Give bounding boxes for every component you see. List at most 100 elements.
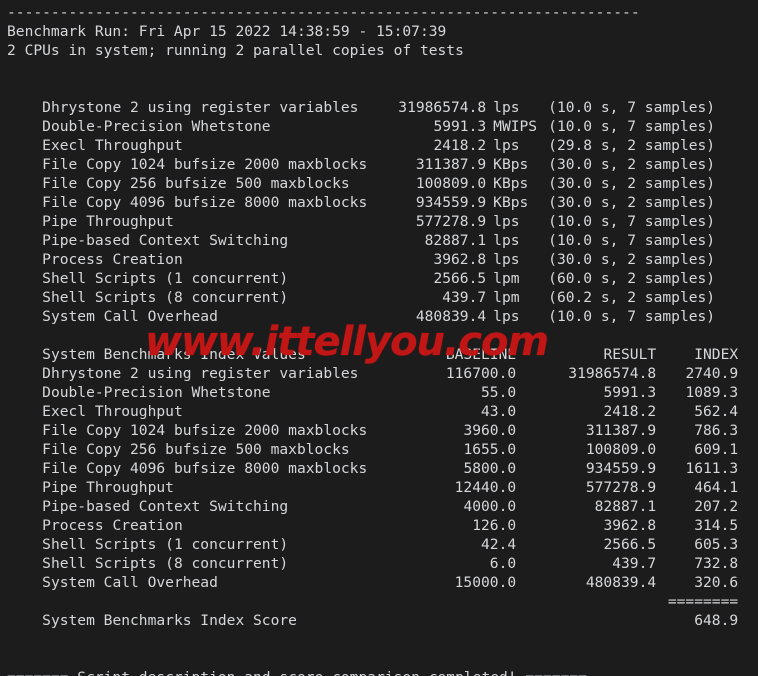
- index-score-spacer: [516, 611, 656, 630]
- result-timing: (60.0 s, 2 samples): [548, 270, 716, 287]
- result-value: 82887.1: [424, 232, 487, 249]
- result-name: File Copy 256 bufsize 500 maxblocks: [42, 175, 350, 192]
- result-row: Dhrystone 2 using register variables 3198…: [7, 79, 758, 116]
- index-row-name: Shell Scripts (8 concurrent): [42, 555, 289, 572]
- result-name: Pipe-based Context Switching: [42, 232, 289, 249]
- index-row-result: 2418.2: [603, 403, 657, 420]
- index-row-index: 314.5: [694, 517, 739, 534]
- result-unit: KBps: [493, 175, 529, 192]
- index-row-baseline: 1655.0: [463, 441, 517, 458]
- index-row-baseline: 12440.0: [454, 479, 517, 496]
- score-separator-spacer: [42, 592, 399, 611]
- index-row-name: Shell Scripts (1 concurrent): [42, 536, 289, 553]
- index-row-baseline: 55.0: [481, 384, 517, 401]
- result-timing: (10.0 s, 7 samples): [548, 99, 716, 116]
- index-row-result: 577278.9: [585, 479, 657, 496]
- index-row-name: Process Creation: [42, 517, 183, 534]
- result-timing: (29.8 s, 2 samples): [548, 137, 716, 154]
- index-row-index: 207.2: [694, 498, 739, 515]
- result-value: 2566.5: [433, 270, 487, 287]
- index-row-result: 2566.5: [603, 536, 657, 553]
- index-row-name: Pipe Throughput: [42, 479, 174, 496]
- result-unit: lps: [493, 232, 520, 249]
- result-unit: lps: [493, 213, 520, 230]
- result-timing: (60.2 s, 2 samples): [548, 289, 716, 306]
- column-header-index: INDEX: [694, 346, 739, 363]
- index-row-index: 1611.3: [685, 460, 739, 477]
- result-value: 3962.8: [433, 251, 487, 268]
- index-row-name: File Copy 256 bufsize 500 maxblocks: [42, 441, 350, 458]
- result-name: Dhrystone 2 using register variables: [42, 99, 359, 116]
- index-row-result: 3962.8: [603, 517, 657, 534]
- index-row-result: 31986574.8: [568, 365, 657, 382]
- index-row-index: 320.6: [694, 574, 739, 591]
- result-unit: KBps: [493, 156, 529, 173]
- result-value: 31986574.8: [398, 99, 487, 116]
- result-name: Shell Scripts (1 concurrent): [42, 270, 289, 287]
- result-timing: (30.0 s, 2 samples): [548, 156, 716, 173]
- result-value: 480839.4: [415, 308, 487, 325]
- result-value: 577278.9: [415, 213, 487, 230]
- benchmark-run-line: Benchmark Run: Fri Apr 15 2022 14:38:59 …: [7, 23, 447, 40]
- index-row-index: 562.4: [694, 403, 739, 420]
- index-row-result: 100809.0: [585, 441, 657, 458]
- index-row-result: 82887.1: [594, 498, 657, 515]
- result-timing: (10.0 s, 7 samples): [548, 213, 716, 230]
- index-row-index: 605.3: [694, 536, 739, 553]
- index-row-result: 439.7: [612, 555, 657, 572]
- index-row-name: Pipe-based Context Switching: [42, 498, 289, 515]
- index-row-index: 2740.9: [685, 365, 739, 382]
- index-row-name: File Copy 1024 bufsize 2000 maxblocks: [42, 422, 368, 439]
- index-table-header: System Benchmarks Index Values BASELINE RE…: [7, 326, 758, 363]
- index-row-result: 5991.3: [603, 384, 657, 401]
- column-header-baseline: BASELINE: [445, 346, 517, 363]
- index-score-value: 648.9: [694, 612, 739, 629]
- result-unit: lpm: [493, 289, 520, 306]
- index-row-baseline: 43.0: [481, 403, 517, 420]
- index-row-result: 480839.4: [585, 574, 657, 591]
- score-separator-spacer: [516, 592, 656, 611]
- index-row-name: System Call Overhead: [42, 574, 218, 591]
- index-row-name: File Copy 4096 bufsize 8000 maxblocks: [42, 460, 368, 477]
- index-row-index: 1089.3: [685, 384, 739, 401]
- index-row-baseline: 126.0: [472, 517, 517, 534]
- result-value: 311387.9: [415, 156, 487, 173]
- result-timing: (30.0 s, 2 samples): [548, 194, 716, 211]
- result-unit: MWIPS: [493, 118, 538, 135]
- result-name: Process Creation: [42, 251, 183, 268]
- result-name: System Call Overhead: [42, 308, 218, 325]
- result-unit: lps: [493, 251, 520, 268]
- index-row-name: Execl Throughput: [42, 403, 183, 420]
- result-unit: lps: [493, 308, 520, 325]
- result-name: File Copy 1024 bufsize 2000 maxblocks: [42, 156, 368, 173]
- result-value: 2418.2: [433, 137, 487, 154]
- index-score-label: System Benchmarks Index Score: [42, 612, 297, 629]
- index-row-baseline: 4000.0: [463, 498, 517, 515]
- result-name: Pipe Throughput: [42, 213, 174, 230]
- index-row-index: 732.8: [694, 555, 739, 572]
- result-value: 100809.0: [415, 175, 487, 192]
- score-separator-spacer: [399, 592, 516, 611]
- index-row-index: 464.1: [694, 479, 739, 496]
- index-row-baseline: 42.4: [481, 536, 517, 553]
- index-row-index: 786.3: [694, 422, 739, 439]
- index-row-baseline: 5800.0: [463, 460, 517, 477]
- top-divider-rule: ----------------------------------------…: [7, 4, 640, 21]
- terminal-output: ----------------------------------------…: [0, 0, 758, 676]
- index-row-result: 934559.9: [585, 460, 657, 477]
- result-unit: lps: [493, 99, 520, 116]
- result-value: 439.7: [442, 289, 487, 306]
- result-timing: (30.0 s, 2 samples): [548, 175, 716, 192]
- index-row-baseline: 6.0: [489, 555, 517, 572]
- column-header-result: RESULT: [603, 346, 657, 363]
- result-timing: (30.0 s, 2 samples): [548, 251, 716, 268]
- index-table-title: System Benchmarks Index Values: [42, 346, 306, 363]
- result-unit: lpm: [493, 270, 520, 287]
- index-row-name: Double-Precision Whetstone: [42, 384, 271, 401]
- result-value: 934559.9: [415, 194, 487, 211]
- completion-banner: ======= Script description and score com…: [7, 668, 758, 676]
- index-row-baseline: 15000.0: [454, 574, 517, 591]
